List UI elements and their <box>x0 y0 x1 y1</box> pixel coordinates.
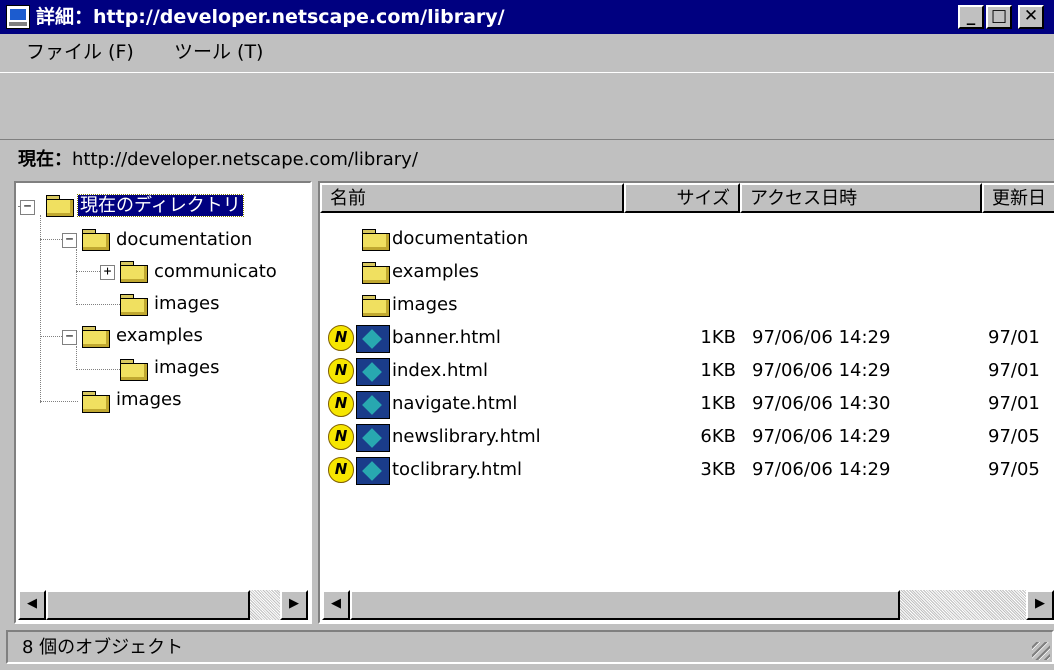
tree-collapse-toggle[interactable]: − <box>20 200 35 215</box>
web-page-icon <box>356 325 390 353</box>
item-name: examples <box>392 261 479 282</box>
item-modified: 97/01 <box>988 393 1040 414</box>
tree-node-label: 現在のディレクトリ <box>77 194 244 217</box>
netscape-file-icon: N <box>328 424 354 450</box>
web-page-icon <box>356 358 390 386</box>
item-accessed: 97/06/06 14:29 <box>752 459 891 480</box>
menu-file[interactable]: ファイル (F) <box>26 39 134 65</box>
resize-grip-icon[interactable] <box>1032 642 1050 660</box>
item-size: 3KB <box>700 459 736 480</box>
item-modified: 97/05 <box>988 459 1040 480</box>
status-bar: 8 個のオブジェクト <box>6 630 1054 664</box>
item-accessed: 97/06/06 14:29 <box>752 327 891 348</box>
open-folder-icon <box>46 195 74 217</box>
list-item[interactable]: N toclibrary.html 3KB 97/06/06 14:29 97/… <box>320 454 1054 486</box>
folder-icon <box>120 294 148 316</box>
netscape-file-icon: N <box>328 457 354 483</box>
item-accessed: 97/06/06 14:30 <box>752 393 891 414</box>
web-page-icon <box>356 457 390 485</box>
list-horizontal-scrollbar[interactable]: ◀ ▶ <box>322 590 1054 620</box>
maximize-button[interactable]: □ <box>986 5 1012 29</box>
item-name: newslibrary.html <box>392 426 541 447</box>
column-header-size[interactable]: サイズ <box>624 183 740 213</box>
item-name: navigate.html <box>392 393 518 414</box>
tree-node-documentation[interactable]: documentation <box>116 227 252 253</box>
netscape-file-icon: N <box>328 391 354 417</box>
scroll-right-button[interactable]: ▶ <box>1026 590 1054 620</box>
tree-horizontal-scrollbar[interactable]: ◀ ▶ <box>18 590 308 620</box>
item-size: 1KB <box>700 327 736 348</box>
tree-node-communicator[interactable]: communicato <box>154 259 277 285</box>
item-size: 6KB <box>700 426 736 447</box>
toolbar <box>0 72 1054 140</box>
current-location: 現在：http://developer.netscape.com/library… <box>18 146 418 174</box>
item-accessed: 97/06/06 14:29 <box>752 360 891 381</box>
item-size: 1KB <box>700 393 736 414</box>
tree-node-examples-images[interactable]: images <box>154 355 219 381</box>
column-header-accessed[interactable]: アクセス日時 <box>740 183 982 213</box>
tree-node-doc-images[interactable]: images <box>154 291 219 317</box>
netscape-file-icon: N <box>328 325 354 351</box>
web-page-icon <box>356 424 390 452</box>
scroll-thumb[interactable] <box>350 590 900 620</box>
tree-node-current-dir[interactable]: 現在のディレクトリ <box>77 193 244 219</box>
tree-collapse-toggle[interactable]: − <box>62 330 77 345</box>
scroll-left-button[interactable]: ◀ <box>322 590 350 620</box>
item-modified: 97/01 <box>988 327 1040 348</box>
folder-icon <box>120 359 148 381</box>
folder-icon <box>362 262 390 284</box>
item-size: 1KB <box>700 360 736 381</box>
column-header-name[interactable]: 名前 <box>320 183 624 213</box>
list-item[interactable]: documentation <box>320 223 1054 255</box>
list-item[interactable]: examples <box>320 256 1054 288</box>
item-name: banner.html <box>392 327 501 348</box>
list-item[interactable]: N newslibrary.html 6KB 97/06/06 14:29 97… <box>320 421 1054 453</box>
folder-icon <box>362 295 390 317</box>
folder-icon <box>120 261 148 283</box>
list-item[interactable]: N index.html 1KB 97/06/06 14:29 97/01 <box>320 355 1054 387</box>
item-name: images <box>392 294 458 315</box>
title-bar[interactable]: 詳細：http://developer.netscape.com/library… <box>0 0 1054 34</box>
folder-icon <box>362 229 390 251</box>
list-item[interactable]: N banner.html 1KB 97/06/06 14:29 97/01 <box>320 322 1054 354</box>
netscape-file-icon: N <box>328 358 354 384</box>
item-accessed: 97/06/06 14:29 <box>752 426 891 447</box>
folder-icon <box>82 391 110 413</box>
tree-expand-toggle[interactable]: + <box>100 265 115 280</box>
close-button[interactable]: ✕ <box>1018 5 1044 29</box>
menu-bar: ファイル (F) ツール (T) <box>0 34 1054 70</box>
tree-collapse-toggle[interactable]: − <box>62 233 77 248</box>
item-name: index.html <box>392 360 488 381</box>
file-list-pane[interactable]: 名前 サイズ アクセス日時 更新日 documentation examples… <box>318 181 1054 624</box>
menu-tools[interactable]: ツール (T) <box>174 39 263 65</box>
folder-icon <box>82 326 110 348</box>
scroll-right-button[interactable]: ▶ <box>280 590 308 620</box>
item-modified: 97/01 <box>988 360 1040 381</box>
app-icon[interactable] <box>6 5 30 29</box>
folder-icon <box>82 229 110 251</box>
list-item[interactable]: N navigate.html 1KB 97/06/06 14:30 97/01 <box>320 388 1054 420</box>
item-name: toclibrary.html <box>392 459 523 480</box>
status-object-count: 8 個のオブジェクト <box>22 637 184 658</box>
tree-node-images[interactable]: images <box>116 387 181 413</box>
window-title: 詳細：http://developer.netscape.com/library… <box>36 6 505 28</box>
tree-node-examples[interactable]: examples <box>116 323 203 349</box>
item-modified: 97/05 <box>988 426 1040 447</box>
item-name: documentation <box>392 228 529 249</box>
folder-tree-pane[interactable]: − 現在のディレクトリ − documentation + communicat… <box>14 181 312 624</box>
current-location-url: http://developer.netscape.com/library/ <box>72 149 418 170</box>
column-header-modified[interactable]: 更新日 <box>982 183 1054 213</box>
scroll-left-button[interactable]: ◀ <box>18 590 46 620</box>
list-item[interactable]: images <box>320 289 1054 321</box>
current-location-label: 現在： <box>18 149 72 170</box>
web-page-icon <box>356 391 390 419</box>
minimize-button[interactable]: _ <box>958 5 984 29</box>
scroll-thumb[interactable] <box>46 590 250 620</box>
